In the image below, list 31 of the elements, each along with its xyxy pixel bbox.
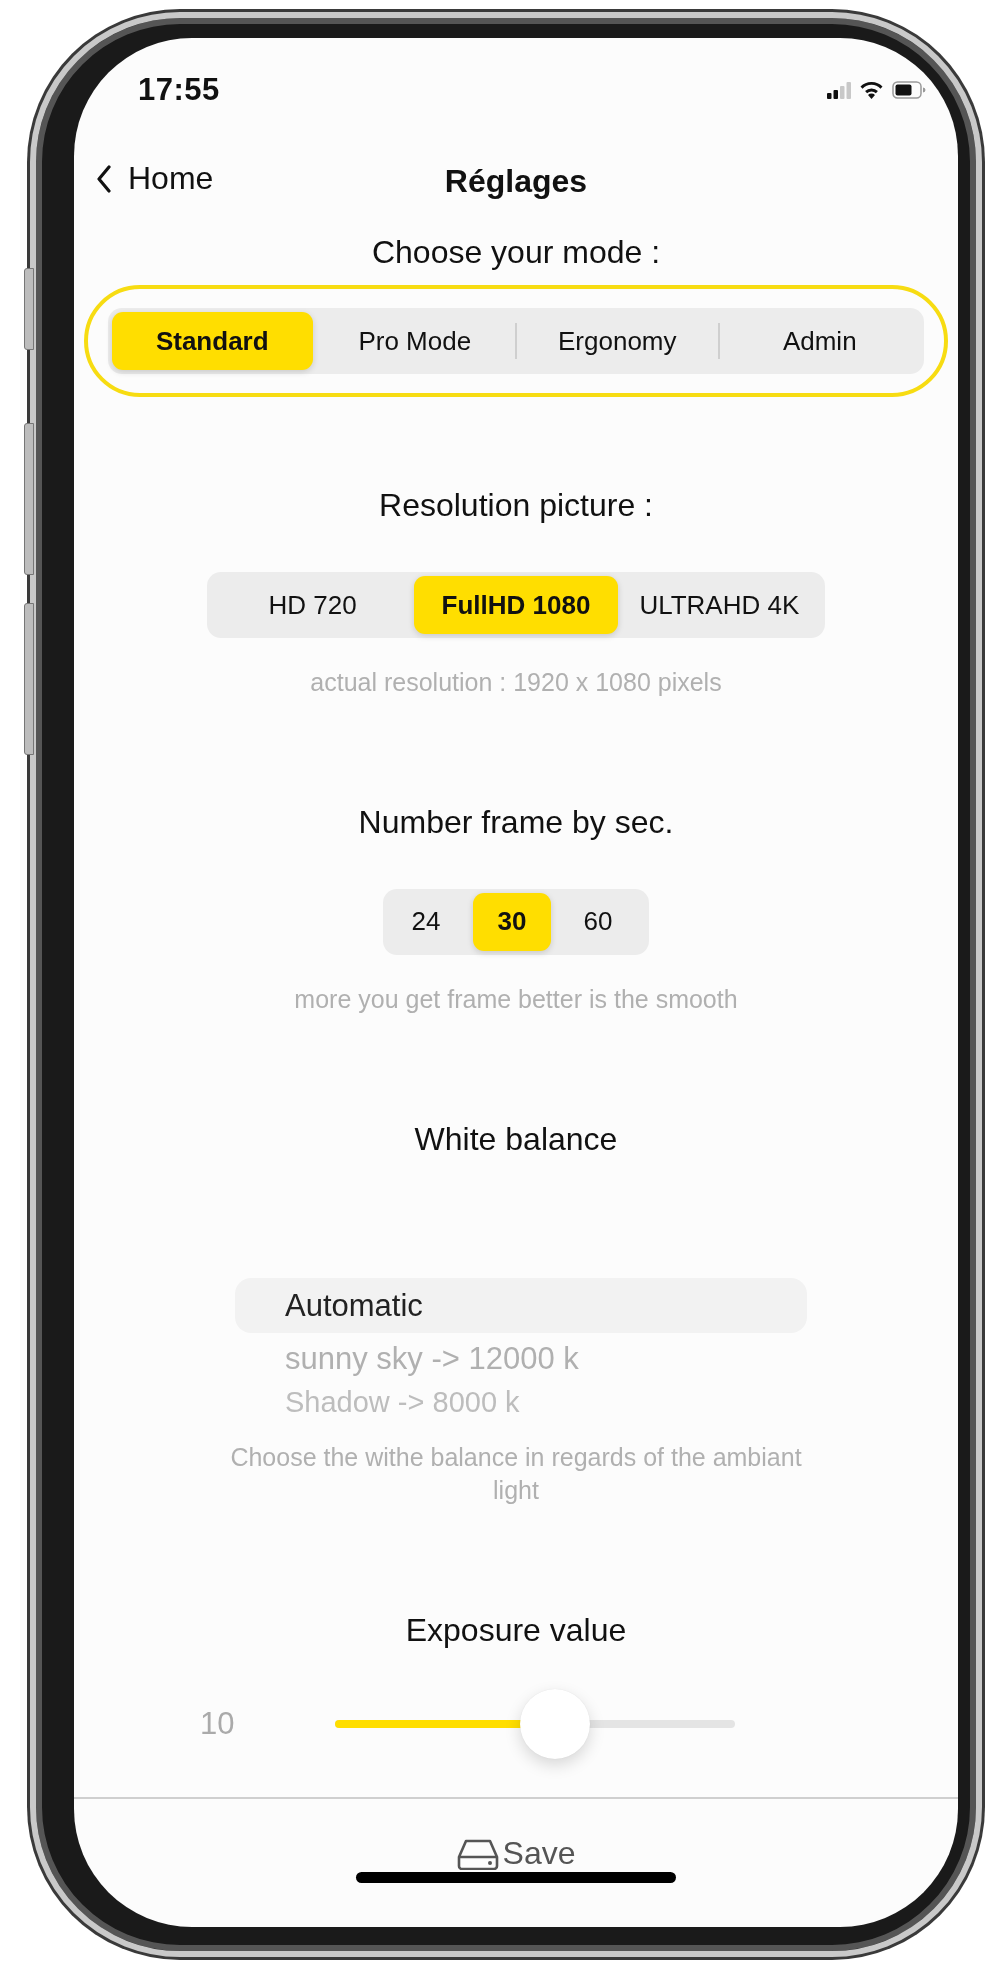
status-time: 17:55 <box>138 72 220 108</box>
segment-option[interactable]: Ergonomy <box>517 312 718 370</box>
segment-option[interactable]: ULTRAHD 4K <box>617 576 821 634</box>
caption: Choose the withe balance in regards of the ambiant light <box>229 1441 803 1507</box>
chevron-left-icon <box>96 164 112 193</box>
segment-option[interactable]: FullHD 1080 <box>414 576 618 634</box>
segment-option[interactable]: 24 <box>387 892 465 951</box>
save-button[interactable]: Save <box>456 1835 576 1872</box>
section-title: White balance <box>414 1120 618 1158</box>
battery-icon <box>892 81 926 99</box>
section-title: Number frame by sec. <box>358 803 674 841</box>
slider-track[interactable] <box>335 1689 735 1759</box>
screen-title: Réglages <box>444 162 588 200</box>
slider-thumb[interactable] <box>520 1689 590 1759</box>
caption: more you get frame better is the smooth <box>294 983 738 1015</box>
segment-option[interactable]: Pro Mode <box>314 312 515 370</box>
back-button[interactable]: Home <box>96 160 214 197</box>
picker-selected-row[interactable]: Automatic <box>235 1277 807 1333</box>
section-title: Choose your mode : <box>371 234 661 271</box>
exposure-reading: 10 <box>199 1706 236 1742</box>
segment-option[interactable]: HD 720 <box>211 576 415 634</box>
section-title: Exposure value <box>405 1612 627 1649</box>
segment-option[interactable]: 30 <box>473 892 551 951</box>
caption: actual resolution : 1920 x 1080 pixels <box>310 667 722 698</box>
drive-icon <box>456 1837 499 1870</box>
wifi-icon <box>859 81 884 99</box>
section-title: Resolution picture : <box>379 487 653 524</box>
segment-option[interactable]: Admin <box>719 312 920 370</box>
signal-icon <box>827 81 851 99</box>
segment-option[interactable]: Standard <box>112 312 313 370</box>
segment-option[interactable]: 60 <box>559 892 637 951</box>
